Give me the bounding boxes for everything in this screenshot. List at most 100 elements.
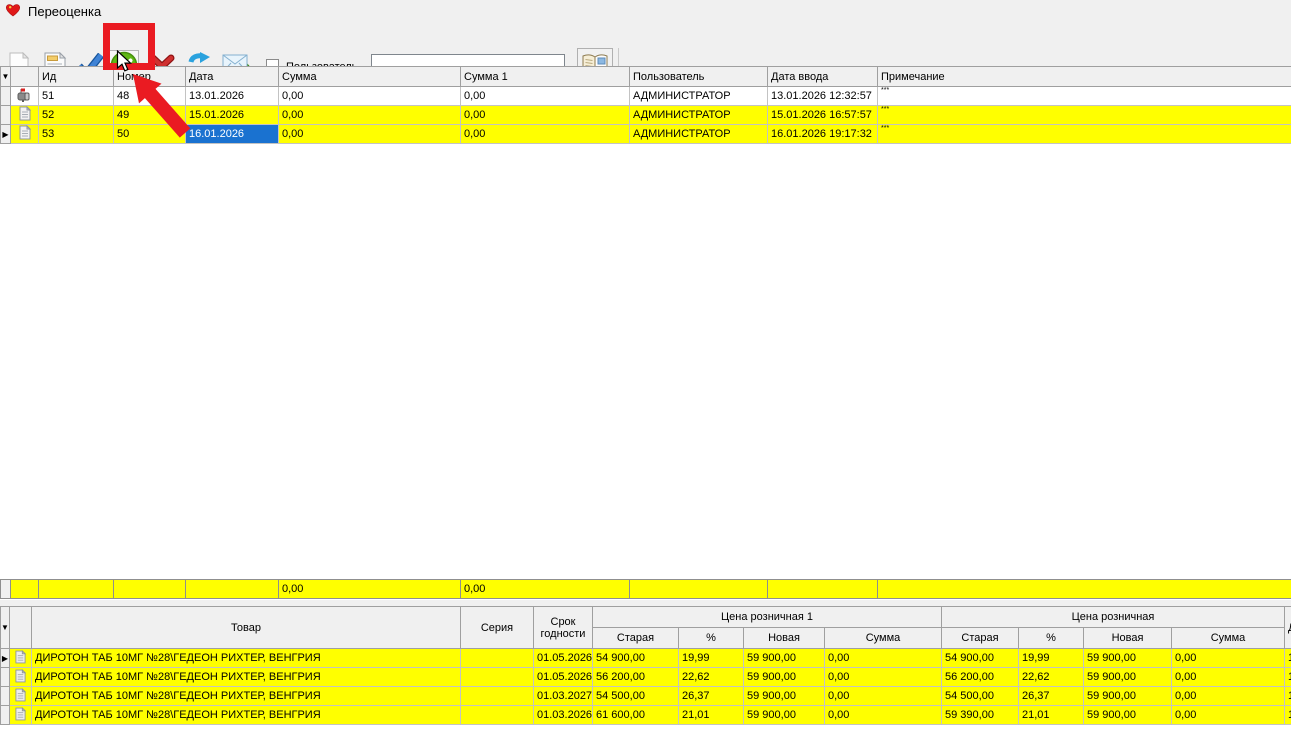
cell-product[interactable]: ДИРОТОН ТАБ 10МГ №28\ГЕДЕОН РИХТЕР, ВЕНГ… <box>31 648 461 668</box>
cell-old-2[interactable]: 59 390,00 <box>941 705 1019 725</box>
cell-entry-date[interactable]: 15.01.2026 16:57:57 <box>767 105 878 125</box>
cell-new-2[interactable]: 59 900,00 <box>1083 648 1172 668</box>
cell-sum-2[interactable]: 0,00 <box>1170 667 1286 687</box>
cell-clipped[interactable]: 1 <box>1284 667 1291 687</box>
cell-note[interactable]: *** <box>877 105 1291 125</box>
column-header-series[interactable]: Серия <box>460 606 534 649</box>
cell-sum-2[interactable]: 0,00 <box>1170 686 1286 706</box>
column-header-number[interactable]: Номер <box>113 66 186 87</box>
column-header-sum1[interactable]: Сумма 1 <box>460 66 630 87</box>
cell-series[interactable] <box>460 705 534 725</box>
filter-arrow-icon[interactable]: ▼ <box>0 66 11 87</box>
column-header-entry-date[interactable]: Дата ввода <box>767 66 878 87</box>
cell-id[interactable]: 52 <box>38 105 114 125</box>
cell-number[interactable]: 48 <box>113 86 186 106</box>
summary-sum: 0,00 <box>278 579 461 599</box>
cell-old-1[interactable]: 56 200,00 <box>592 667 679 687</box>
column-header-old-1[interactable]: Старая <box>592 627 679 649</box>
cell-date[interactable]: 15.01.2026 <box>185 105 279 125</box>
cell-user[interactable]: АДМИНИСТРАТОР <box>629 105 768 125</box>
column-header-pct-1[interactable]: % <box>678 627 744 649</box>
cell-new-1[interactable]: 59 900,00 <box>743 648 825 668</box>
cell-clipped[interactable]: 1 <box>1284 648 1291 668</box>
cell-sum[interactable]: 0,00 <box>278 86 461 106</box>
cell-old-1[interactable]: 54 500,00 <box>592 686 679 706</box>
cell-pct-2[interactable]: 22,62 <box>1018 667 1084 687</box>
cell-entry-date[interactable]: 16.01.2026 19:17:32 <box>767 124 878 144</box>
cell-pct-2[interactable]: 26,37 <box>1018 686 1084 706</box>
cell-old-2[interactable]: 56 200,00 <box>941 667 1019 687</box>
column-header-note[interactable]: Примечание <box>877 66 1291 87</box>
cell-entry-date[interactable]: 13.01.2026 12:32:57 <box>767 86 878 106</box>
column-header-date[interactable]: Дата <box>185 66 279 87</box>
cell-expiry[interactable]: 01.03.2027 <box>533 686 593 706</box>
selected-cell-date[interactable]: 16.01.2026 <box>185 124 279 144</box>
cell-sum-1[interactable]: 0,00 <box>824 686 942 706</box>
column-header-clipped[interactable]: Д <box>1284 606 1291 649</box>
cell-sum-1[interactable]: 0,00 <box>824 705 942 725</box>
cell-old-2[interactable]: 54 900,00 <box>941 648 1019 668</box>
column-header-icon[interactable] <box>10 66 39 87</box>
cell-note[interactable]: *** <box>877 124 1291 144</box>
filter-arrow-icon[interactable]: ▼ <box>0 606 10 649</box>
column-header-product[interactable]: Товар <box>31 606 461 649</box>
cell-series[interactable] <box>460 667 534 687</box>
cell-series[interactable] <box>460 648 534 668</box>
column-group-retail-price-1[interactable]: Цена розничная 1 <box>592 606 942 628</box>
cell-sum-1[interactable]: 0,00 <box>824 648 942 668</box>
cell-pct-1[interactable]: 22,62 <box>678 667 744 687</box>
cell-sum-2[interactable]: 0,00 <box>1170 648 1286 668</box>
cell-new-2[interactable]: 59 900,00 <box>1083 667 1172 687</box>
column-header-new-2[interactable]: Новая <box>1083 627 1172 649</box>
cell-sum[interactable]: 0,00 <box>278 124 461 144</box>
cell-old-1[interactable]: 54 900,00 <box>592 648 679 668</box>
cell-user[interactable]: АДМИНИСТРАТОР <box>629 124 768 144</box>
cell-new-1[interactable]: 59 900,00 <box>743 667 825 687</box>
cell-old-1[interactable]: 61 600,00 <box>592 705 679 725</box>
cell-user[interactable]: АДМИНИСТРАТОР <box>629 86 768 106</box>
cell-expiry[interactable]: 01.05.2026 <box>533 648 593 668</box>
column-header-pct-2[interactable]: % <box>1018 627 1084 649</box>
cell-new-1[interactable]: 59 900,00 <box>743 686 825 706</box>
cell-pct-2[interactable]: 21,01 <box>1018 705 1084 725</box>
column-header-new-1[interactable]: Новая <box>743 627 825 649</box>
cell-new-1[interactable]: 59 900,00 <box>743 705 825 725</box>
cell-sum1[interactable]: 0,00 <box>460 105 630 125</box>
column-header-icon[interactable] <box>9 606 32 649</box>
cell-date[interactable]: 13.01.2026 <box>185 86 279 106</box>
column-header-sum-2[interactable]: Сумма <box>1170 627 1286 649</box>
column-header-sum-1[interactable]: Сумма <box>824 627 942 649</box>
cell-clipped[interactable]: 1 <box>1284 686 1291 706</box>
column-header-old-2[interactable]: Старая <box>941 627 1019 649</box>
column-header-id[interactable]: Ид <box>38 66 114 87</box>
cell-pct-1[interactable]: 26,37 <box>678 686 744 706</box>
cell-pct-1[interactable]: 21,01 <box>678 705 744 725</box>
cell-product[interactable]: ДИРОТОН ТАБ 10МГ №28\ГЕДЕОН РИХТЕР, ВЕНГ… <box>31 686 461 706</box>
cell-new-2[interactable]: 59 900,00 <box>1083 686 1172 706</box>
cell-new-2[interactable]: 59 900,00 <box>1083 705 1172 725</box>
cell-sum-1[interactable]: 0,00 <box>824 667 942 687</box>
document-icon <box>9 705 32 725</box>
column-header-user[interactable]: Пользователь <box>629 66 768 87</box>
cell-clipped[interactable]: 1 <box>1284 705 1291 725</box>
column-group-retail-price[interactable]: Цена розничная <box>940 606 1286 628</box>
cell-series[interactable] <box>460 686 534 706</box>
cell-sum1[interactable]: 0,00 <box>460 124 630 144</box>
cell-sum-2[interactable]: 0,00 <box>1170 705 1286 725</box>
cell-number[interactable]: 50 <box>113 124 186 144</box>
column-header-sum[interactable]: Сумма <box>278 66 461 87</box>
cell-sum[interactable]: 0,00 <box>278 105 461 125</box>
cell-note[interactable]: *** <box>877 86 1291 106</box>
cell-pct-1[interactable]: 19,99 <box>678 648 744 668</box>
cell-product[interactable]: ДИРОТОН ТАБ 10МГ №28\ГЕДЕОН РИХТЕР, ВЕНГ… <box>31 667 461 687</box>
column-header-expiry[interactable]: Срок годности <box>533 606 593 649</box>
cell-sum1[interactable]: 0,00 <box>460 86 630 106</box>
cell-number[interactable]: 49 <box>113 105 186 125</box>
cell-id[interactable]: 51 <box>38 86 114 106</box>
cell-product[interactable]: ДИРОТОН ТАБ 10МГ №28\ГЕДЕОН РИХТЕР, ВЕНГ… <box>31 705 461 725</box>
cell-old-2[interactable]: 54 500,00 <box>941 686 1019 706</box>
cell-expiry[interactable]: 01.05.2026 <box>533 667 593 687</box>
cell-expiry[interactable]: 01.03.2026 <box>533 705 593 725</box>
cell-pct-2[interactable]: 19,99 <box>1018 648 1084 668</box>
cell-id[interactable]: 53 <box>38 124 114 144</box>
